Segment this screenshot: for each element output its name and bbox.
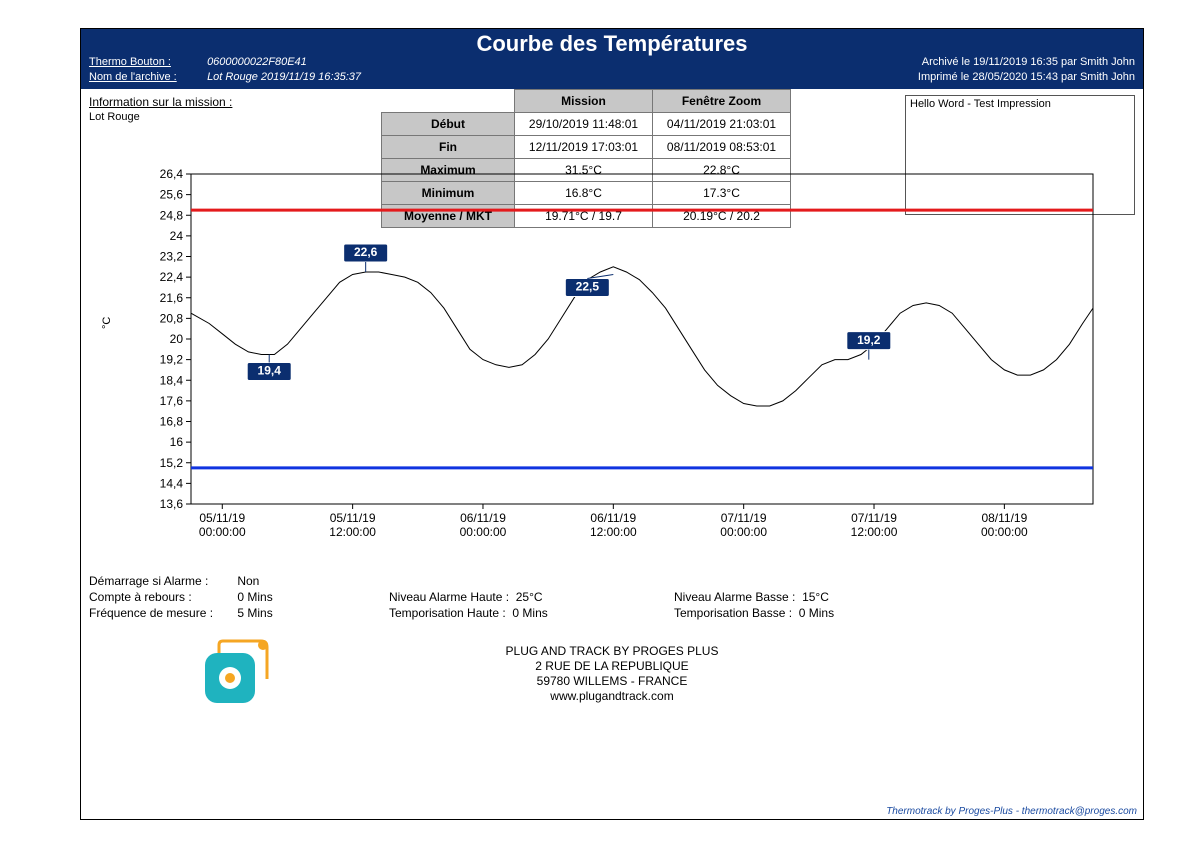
svg-text:20,8: 20,8 [160, 311, 184, 325]
svg-text:07/11/19: 07/11/19 [721, 511, 767, 525]
svg-text:05/11/19: 05/11/19 [199, 511, 245, 525]
archived-text: Archivé le 19/11/2019 16:35 par Smith Jo… [918, 55, 1135, 70]
svg-text:08/11/19: 08/11/19 [981, 511, 1027, 525]
chart-svg: 26,4 25,6 24,8 24 23,2 22,4 21,6 20,8 20 19,2 18,4… [121, 169, 1103, 559]
svg-text:16,8: 16,8 [160, 415, 184, 429]
summary-col-mission: Mission [515, 90, 653, 113]
svg-text:24: 24 [170, 229, 184, 243]
svg-text:19,2: 19,2 [857, 333, 881, 347]
svg-text:12:00:00: 12:00:00 [851, 525, 898, 539]
tempo-low-val: 0 Mins [799, 606, 834, 620]
alarm-high-lbl: Niveau Alarme Haute : [389, 590, 509, 604]
report-header: Courbe des Températures Thermo Bouton : … [81, 29, 1143, 89]
svg-text:07/11/19: 07/11/19 [851, 511, 897, 525]
credit-text: Thermotrack by Proges-Plus - thermotrack… [886, 806, 1137, 817]
summary-cell: 29/10/2019 11:48:01 [515, 113, 653, 136]
svg-text:22,6: 22,6 [354, 245, 378, 259]
svg-text:22,5: 22,5 [576, 280, 600, 294]
summary-row-label: Début [382, 113, 515, 136]
archive-value: Lot Rouge 2019/11/19 16:35:37 [207, 70, 361, 85]
tempo-low-lbl: Temporisation Basse : [674, 606, 792, 620]
svg-text:13,6: 13,6 [160, 497, 184, 511]
svg-text:23,2: 23,2 [160, 250, 184, 264]
svg-text:12:00:00: 12:00:00 [329, 525, 376, 539]
tempo-high-lbl: Temporisation Haute : [389, 606, 506, 620]
svg-text:15,2: 15,2 [160, 456, 184, 470]
tempo-high-val: 0 Mins [512, 606, 547, 620]
svg-text:05/11/19: 05/11/19 [330, 511, 376, 525]
svg-text:25,6: 25,6 [160, 188, 184, 202]
temperature-chart: °C 26,425,624,82423,222,421,620,82019,21… [121, 169, 1103, 559]
svg-text:16: 16 [170, 435, 184, 449]
svg-text:19,2: 19,2 [160, 353, 184, 367]
summary-col-zoom: Fenêtre Zoom [653, 90, 791, 113]
mission-info-name: Lot Rouge [89, 111, 232, 123]
svg-text:12:00:00: 12:00:00 [590, 525, 637, 539]
thermo-label: Thermo Bouton : [89, 55, 204, 70]
printed-text: Imprimé le 28/05/2020 15:43 par Smith Jo… [918, 70, 1135, 85]
footer-params: Démarrage si Alarme : Non Compte à rebou… [89, 574, 1135, 622]
thermo-value: 0600000022F80E41 [207, 55, 307, 70]
svg-text:21,6: 21,6 [160, 291, 184, 305]
svg-text:18,4: 18,4 [160, 373, 184, 387]
report-title: Courbe des Températures [81, 31, 1143, 57]
freq-val: 5 Mins [237, 606, 272, 620]
summary-row-label: Fin [382, 136, 515, 159]
svg-text:00:00:00: 00:00:00 [199, 525, 246, 539]
svg-text:26,4: 26,4 [160, 169, 184, 181]
mission-info-title: Information sur la mission : [89, 95, 232, 109]
countdown-val: 0 Mins [237, 590, 272, 604]
alarm-low-lbl: Niveau Alarme Basse : [674, 590, 795, 604]
svg-text:00:00:00: 00:00:00 [720, 525, 767, 539]
svg-text:22,4: 22,4 [160, 270, 184, 284]
svg-text:24,8: 24,8 [160, 208, 184, 222]
svg-text:20: 20 [170, 332, 184, 346]
alarm-high-val: 25°C [516, 590, 543, 604]
alarm-low-val: 15°C [802, 590, 829, 604]
svg-text:00:00:00: 00:00:00 [981, 525, 1028, 539]
countdown-lbl: Compte à rebours : [89, 590, 234, 604]
start-alarm-lbl: Démarrage si Alarme : [89, 574, 234, 588]
svg-text:19,4: 19,4 [258, 364, 282, 378]
start-alarm-val: Non [237, 574, 259, 588]
summary-cell: 08/11/2019 08:53:01 [653, 136, 791, 159]
chart-ylabel: °C [101, 317, 113, 329]
svg-text:14,4: 14,4 [160, 476, 184, 490]
svg-text:17,6: 17,6 [160, 394, 184, 408]
report-frame: Courbe des Températures Thermo Bouton : … [80, 28, 1144, 820]
logo-icon [201, 639, 271, 709]
freq-lbl: Fréquence de mesure : [89, 606, 234, 620]
svg-text:06/11/19: 06/11/19 [590, 511, 636, 525]
svg-text:00:00:00: 00:00:00 [460, 525, 507, 539]
mission-info: Information sur la mission : Lot Rouge [89, 95, 232, 123]
svg-text:06/11/19: 06/11/19 [460, 511, 506, 525]
summary-cell: 12/11/2019 17:03:01 [515, 136, 653, 159]
archive-label: Nom de l'archive : [89, 70, 204, 85]
summary-cell: 04/11/2019 21:03:01 [653, 113, 791, 136]
